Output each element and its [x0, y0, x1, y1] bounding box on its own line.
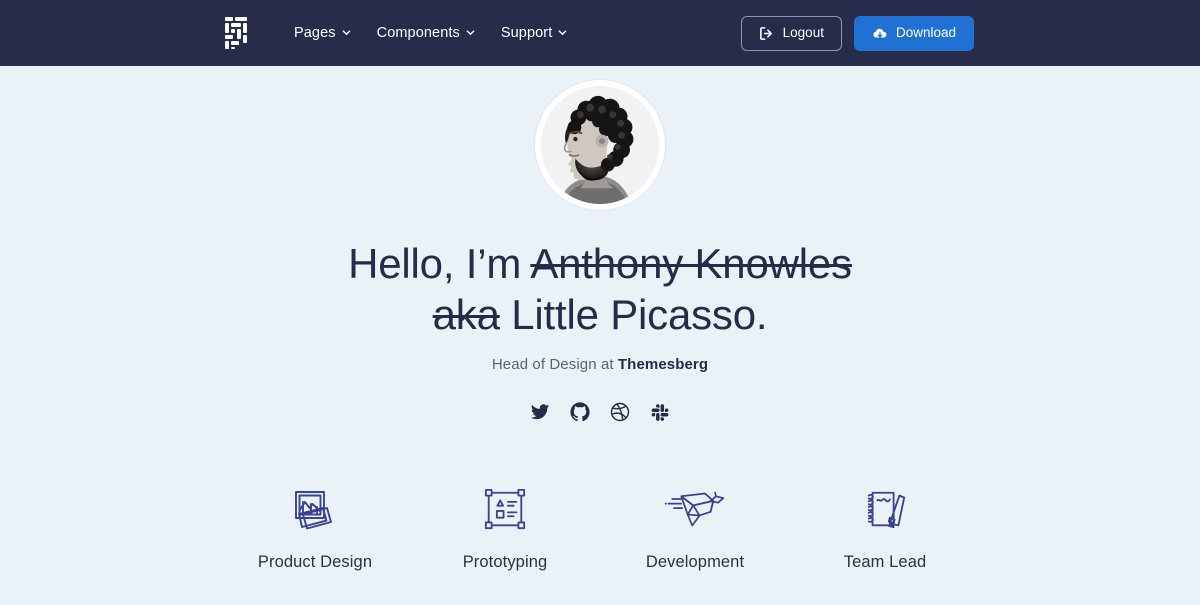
hero-section: Hello, I’m Anthony Knowles aka Little Pi… [0, 66, 1200, 572]
photos-stack-icon [283, 481, 347, 539]
nav-item-components-label: Components [376, 24, 460, 41]
feature-product-design-label: Product Design [257, 553, 373, 572]
feature-development[interactable]: Development [600, 481, 790, 572]
nav-item-components[interactable]: Components [377, 26, 475, 41]
avatar-frame [535, 80, 665, 210]
github-icon[interactable] [569, 401, 591, 423]
subtitle-company[interactable]: Themesberg [618, 356, 708, 373]
download-button-label: Download [895, 25, 956, 41]
headline-struck-aka: aka [432, 291, 500, 339]
feature-team-lead-label: Team Lead [843, 553, 927, 572]
headline-greeting: Hello, I’m [348, 240, 531, 287]
nav-item-support[interactable]: Support [501, 26, 568, 41]
logout-button[interactable]: Logout [740, 15, 842, 51]
social-links [0, 401, 1200, 423]
slack-icon[interactable] [649, 401, 671, 423]
sign-out-icon [759, 26, 774, 41]
nav-item-pages[interactable]: Pages [294, 26, 351, 41]
headline-struck-name: Anthony Knowles [530, 240, 852, 287]
chevron-down-icon [558, 28, 567, 37]
navbar-right-group: Logout Download [740, 0, 974, 66]
download-button[interactable]: Download [853, 15, 974, 51]
artboard-shapes-icon [473, 481, 537, 539]
feature-development-label: Development [645, 553, 745, 572]
feature-prototyping-label: Prototyping [462, 553, 548, 572]
feature-list: Product Design Prototyping Development T… [0, 481, 1200, 572]
page-title: Hello, I’m Anthony Knowles aka Little Pi… [0, 238, 1200, 340]
nav-item-support-label: Support [500, 24, 553, 41]
origami-bird-icon [663, 481, 727, 539]
twitter-icon[interactable] [529, 401, 551, 423]
chevron-down-icon [342, 28, 351, 37]
avatar [541, 86, 659, 204]
top-navbar: Pages Components Support Logout Download [0, 0, 1200, 66]
feature-product-design[interactable]: Product Design [220, 481, 410, 572]
headline-alias: Little Picasso. [499, 291, 768, 339]
feature-prototyping[interactable]: Prototyping [410, 481, 600, 572]
feature-team-lead[interactable]: Team Lead [790, 481, 980, 572]
subtitle-prefix: Head of Design at [491, 356, 618, 374]
cloud-download-icon [872, 26, 887, 41]
chevron-down-icon [466, 28, 475, 37]
themesberg-logo[interactable] [224, 16, 254, 50]
logout-button-label: Logout [782, 25, 824, 41]
hero-subtitle: Head of Design at Themesberg [0, 356, 1200, 373]
nav-item-pages-label: Pages [294, 24, 336, 41]
navbar-left-group: Pages Components Support [224, 16, 567, 50]
notepad-pencil-icon [853, 481, 917, 539]
navbar-menu: Pages Components Support [294, 26, 567, 41]
dribbble-icon[interactable] [609, 401, 631, 423]
